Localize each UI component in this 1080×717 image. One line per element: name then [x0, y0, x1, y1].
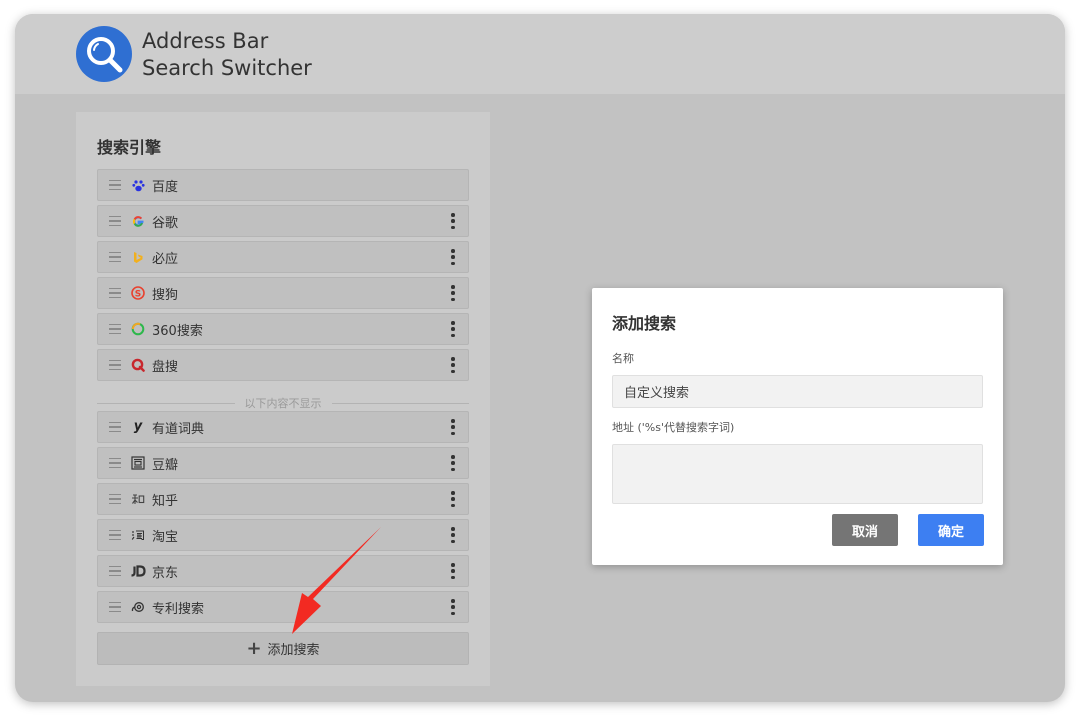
engine-label: 盘搜 — [152, 359, 179, 375]
panel-title: 搜索引擎 — [97, 138, 162, 157]
baidu-paw-icon — [130, 177, 146, 193]
more-options-icon[interactable] — [450, 419, 456, 435]
more-options-icon[interactable] — [450, 599, 456, 615]
engine-row-bing[interactable]: 必应 — [97, 241, 469, 273]
jd-icon — [130, 563, 146, 579]
engine-row-google[interactable]: 谷歌 — [97, 205, 469, 237]
drag-handle-icon[interactable] — [109, 215, 121, 227]
engine-row-jd[interactable]: 京东 — [97, 555, 469, 587]
engine-label: 谷歌 — [152, 215, 179, 231]
search-icon — [76, 26, 132, 82]
more-options-icon[interactable] — [450, 455, 456, 471]
engine-label: 知乎 — [152, 493, 179, 509]
drag-handle-icon[interactable] — [109, 601, 121, 613]
name-field-label: 名称 — [612, 352, 634, 365]
google-g-icon — [130, 213, 146, 229]
divider-text: 以下内容不显示 — [244, 397, 322, 410]
confirm-button[interactable]: 确定 — [918, 514, 984, 546]
more-options-icon[interactable] — [450, 249, 456, 265]
app-title: Address Bar Search Switcher — [142, 28, 312, 82]
engine-label: 搜狗 — [152, 287, 179, 303]
engine-row-sogou[interactable]: S 搜狗 — [97, 277, 469, 309]
drag-handle-icon[interactable] — [109, 359, 121, 371]
engine-row-pansou[interactable]: 盘搜 — [97, 349, 469, 381]
drag-handle-icon[interactable] — [109, 493, 121, 505]
add-search-dialog: 添加搜索 名称 地址 ('%s'代替搜索字词) 取消 确定 — [592, 288, 1003, 565]
engine-label: 豆瓣 — [152, 457, 179, 473]
add-search-button[interactable]: + 添加搜索 — [97, 632, 469, 665]
more-options-icon[interactable] — [450, 527, 456, 543]
drag-handle-icon[interactable] — [109, 287, 121, 299]
search-engines-panel: 搜索引擎 百度 谷歌 必应 S 搜狗 360搜索 盘搜 以下内容不显示 y 有道… — [76, 112, 490, 686]
url-field-label: 地址 ('%s'代替搜索字词) — [612, 421, 735, 434]
engine-row-douban[interactable]: 豆瓣 — [97, 447, 469, 479]
hidden-section-divider: 以下内容不显示 — [97, 396, 469, 410]
more-options-icon[interactable] — [450, 213, 456, 229]
engine-label: 淘宝 — [152, 529, 179, 545]
drag-handle-icon[interactable] — [109, 565, 121, 577]
engine-row-patent[interactable]: 专利搜索 — [97, 591, 469, 623]
taobao-icon — [130, 527, 146, 543]
drag-handle-icon[interactable] — [109, 323, 121, 335]
engine-row-zhihu[interactable]: 知乎 — [97, 483, 469, 515]
engine-label: 京东 — [152, 565, 179, 581]
drag-handle-icon[interactable] — [109, 529, 121, 541]
engine-label: 必应 — [152, 251, 179, 267]
drag-handle-icon[interactable] — [109, 421, 121, 433]
app-window: Address Bar Search Switcher 搜索引擎 百度 谷歌 必… — [15, 14, 1065, 702]
engine-row-youdao[interactable]: y 有道词典 — [97, 411, 469, 443]
douban-icon — [130, 455, 146, 471]
app-title-line-1: Address Bar — [142, 29, 269, 53]
add-search-label: 添加搜索 — [267, 643, 320, 658]
drag-handle-icon[interactable] — [109, 457, 121, 469]
engine-label: 专利搜索 — [152, 601, 205, 617]
sogou-icon: S — [130, 285, 146, 301]
svg-text:S: S — [135, 290, 141, 300]
engine-row-baidu[interactable]: 百度 — [97, 169, 469, 201]
bing-icon — [130, 249, 146, 265]
app-title-line-2: Search Switcher — [142, 56, 312, 80]
plus-icon: + — [246, 637, 262, 659]
pansou-q-icon — [130, 357, 146, 373]
more-options-icon[interactable] — [450, 285, 456, 301]
youdao-y-icon: y — [133, 419, 143, 434]
engine-row-360[interactable]: 360搜索 — [97, 313, 469, 345]
zhihu-icon — [130, 491, 146, 507]
cancel-button[interactable]: 取消 — [832, 514, 898, 546]
more-options-icon[interactable] — [450, 321, 456, 337]
drag-handle-icon[interactable] — [109, 251, 121, 263]
more-options-icon[interactable] — [450, 563, 456, 579]
more-options-icon[interactable] — [450, 491, 456, 507]
engine-label: 有道词典 — [152, 421, 205, 437]
patent-icon — [130, 599, 146, 615]
dialog-title: 添加搜索 — [612, 314, 677, 333]
name-input[interactable] — [612, 375, 983, 408]
drag-handle-icon[interactable] — [109, 179, 121, 191]
360-icon — [130, 321, 146, 337]
engine-row-taobao[interactable]: 淘宝 — [97, 519, 469, 551]
more-options-icon[interactable] — [450, 357, 456, 373]
engine-label: 360搜索 — [152, 323, 203, 339]
engine-label: 百度 — [152, 179, 179, 195]
url-input[interactable] — [612, 444, 983, 504]
app-header: Address Bar Search Switcher — [15, 14, 1065, 94]
